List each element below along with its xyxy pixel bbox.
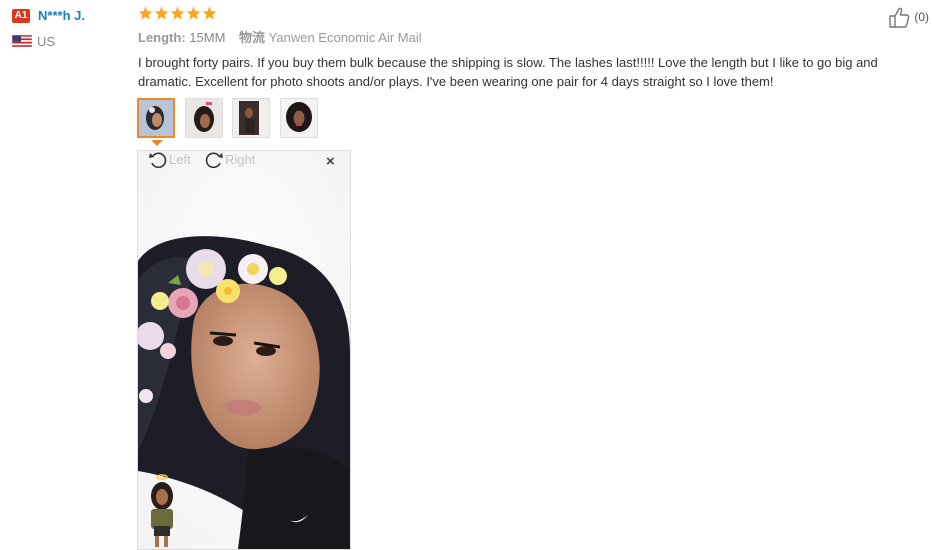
thumbs-up-icon	[889, 7, 910, 28]
star-icon	[154, 6, 169, 20]
review-meta: Length: 15MM 物流 Yanwen Economic Air Mail	[138, 29, 422, 47]
reviewer-name[interactable]: N***h J.	[38, 7, 85, 25]
photo-thumbnail[interactable]	[137, 98, 175, 138]
length-label: Length:	[138, 30, 186, 45]
rotate-right-label: Right	[225, 152, 256, 167]
photo-thumbnail[interactable]	[185, 98, 223, 138]
review-photo	[138, 151, 350, 549]
shipping-method: Yanwen Economic Air Mail	[268, 30, 422, 45]
logistics-label: 物流	[239, 30, 266, 45]
close-viewer-button[interactable]: ×	[326, 153, 335, 171]
us-flag-icon	[12, 35, 32, 47]
photo-viewer	[137, 150, 351, 550]
star-icon	[170, 6, 185, 20]
star-icon	[186, 6, 201, 20]
photo-thumbnail[interactable]	[232, 98, 270, 138]
rotate-right-icon	[205, 152, 223, 169]
rotate-right-button[interactable]: Right	[204, 150, 255, 170]
reviewer-country: US	[37, 34, 56, 49]
star-icon	[138, 6, 153, 20]
active-thumbnail-caret	[151, 140, 163, 146]
helpful-count: (0)	[914, 10, 929, 24]
rotate-left-button[interactable]: Left	[148, 150, 191, 170]
rating-stars	[138, 6, 217, 21]
star-icon	[202, 6, 217, 20]
level-badge: A1	[12, 9, 30, 23]
review-text: I brought forty pairs. If you buy them b…	[138, 55, 878, 89]
rotate-left-icon	[149, 152, 167, 169]
photo-thumbnail[interactable]	[280, 98, 318, 138]
rotate-left-label: Left	[169, 152, 191, 167]
helpful-button[interactable]: (0)	[888, 6, 929, 28]
length-value: 15MM	[189, 30, 226, 45]
